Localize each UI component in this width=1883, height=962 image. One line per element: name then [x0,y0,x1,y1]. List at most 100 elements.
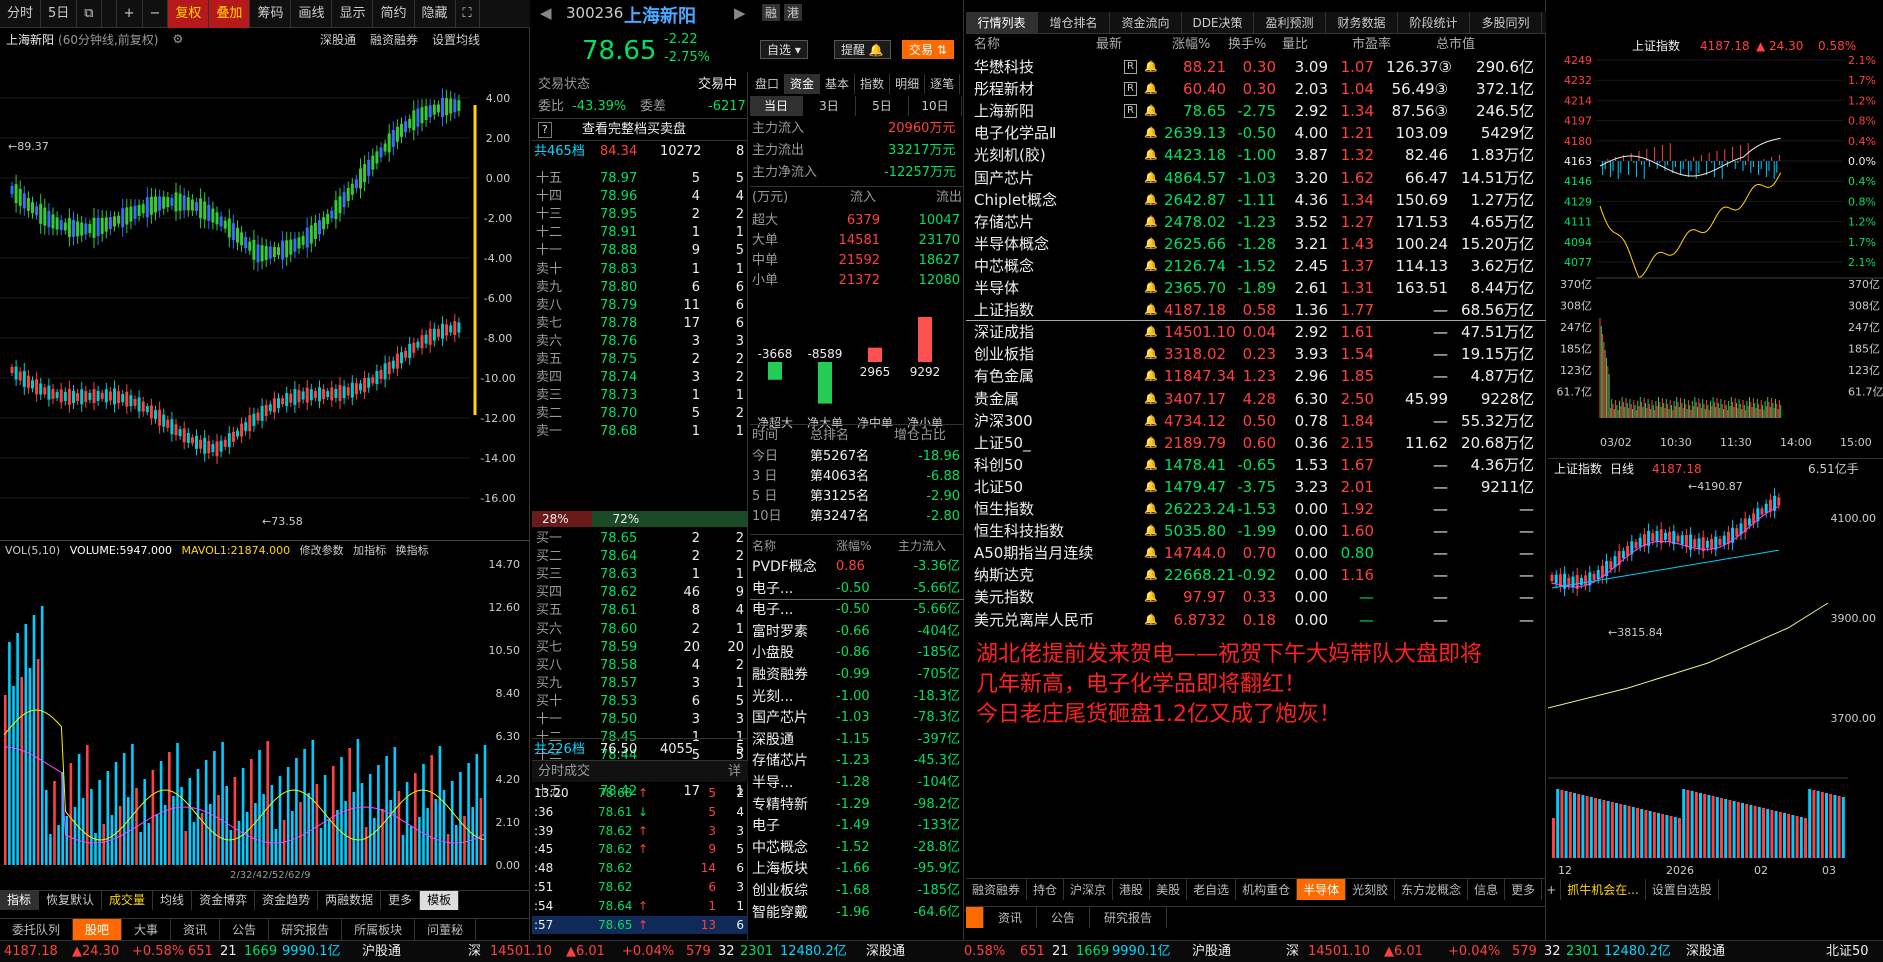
group-tab-0[interactable]: 融资融券 [966,879,1028,900]
link-ma-settings[interactable]: 设置均线 [432,31,480,48]
watchlist-row[interactable]: 上证50_ 🔔 2189.79 0.60 0.36 2.15 11.62 20.68万亿 [966,432,1546,454]
watchlist-row[interactable]: 存储芯片 🔔 2478.02 -1.23 3.52 1.27 171.53 4.65万亿 [966,211,1546,233]
prev-stock-icon[interactable]: ◀ [540,4,552,22]
bell-icon[interactable]: 🔔 [1144,211,1158,233]
indicator-tab-3[interactable]: 均线 [153,891,193,910]
toolbar-btn-9[interactable]: 画线 [291,0,333,28]
info-tab-1[interactable]: 公告 [1037,907,1091,928]
bell-icon[interactable]: 🔔 [1144,167,1158,189]
watchlist-button[interactable]: 自选 ▾ [760,40,808,59]
toolbar-btn-7[interactable]: 叠加 [209,0,251,28]
watchlist-row[interactable]: 国产芯片 🔔 4864.57 -1.03 3.20 1.62 66.47 14.51万亿 [966,167,1546,189]
buy-level[interactable]: 买七 78.59 20 20 [532,639,748,657]
trade-button[interactable]: 交易 ⇅ [902,40,954,59]
board-pct-header[interactable]: 涨幅% [836,535,871,557]
alert-button[interactable]: 提醒 🔔 [834,40,891,59]
sell-level[interactable]: 卖二 78.70 5 2 [532,405,748,423]
sgt-label-2[interactable]: 深股通 [1686,941,1725,962]
period-tab-1[interactable]: 3日 [803,96,856,116]
watchlist-row[interactable]: 沪深300 🔔 4734.12 0.50 0.78 1.84 — 55.32万亿 [966,410,1546,432]
index-daily-chart[interactable]: 4100.00 3900.00 3700.00 ←4190.87 ←3815.84 12 2… [1548,478,1883,938]
bottom-tab-3[interactable]: 资讯 [171,919,221,940]
watchlist-row[interactable]: 恒生指数 🔔 26223.24 -1.53 0.00 1.92 — — [966,498,1546,520]
period-tab-3[interactable]: 10日 [909,96,962,116]
bell-icon[interactable]: 🔔 [1144,122,1158,144]
watchlist-tab-7[interactable]: 多股同列 [1470,12,1542,33]
bottom-tab-6[interactable]: 所属板块 [342,919,416,940]
watchlist-row[interactable]: 恒生科技指数 🔔 5035.80 -1.99 0.00 1.60 — — [966,520,1546,542]
swap-indicator-link[interactable]: 换指标 [396,544,429,557]
col-header-3[interactable]: 换手% [1228,34,1266,56]
sell-level[interactable]: 卖四 78.74 3 2 [532,369,748,387]
watchlist-row[interactable]: 美元兑离岸人民币 🔔 6.8732 0.18 0.00 — — — [966,609,1546,631]
bell-icon[interactable]: 🔔 [1144,388,1158,410]
bottom-tab-2[interactable]: 大事 [122,919,172,940]
bell-icon[interactable]: 🔔 [1144,520,1158,542]
bottom-tab-7[interactable]: 问董秘 [415,919,477,940]
col-header-0[interactable]: 名称 [974,34,1000,56]
watchlist-tab-6[interactable]: 阶段统计 [1398,12,1470,33]
toolbar-btn-1[interactable]: 5日 [41,0,78,28]
indicator-tab-4[interactable]: 资金博弈 [192,891,256,910]
period-tab-0[interactable]: 当日 [750,96,803,116]
sell-level[interactable]: 卖一 78.68 1 1 [532,423,748,441]
board-row[interactable]: 深股通 -1.15 -397亿 [750,729,964,751]
bell-icon[interactable]: 🔔 [1144,365,1158,387]
buy-level[interactable]: 十一 78.50 3 3 [532,711,748,729]
watchlist-tab-1[interactable]: 增仓排名 [1038,12,1110,33]
indicator-tab-6[interactable]: 两融数据 [318,891,382,910]
period-tab-2[interactable]: 5日 [856,96,909,116]
quote-tab-3[interactable]: 指数 [855,74,891,94]
bell-icon[interactable]: 🔔 [1144,498,1158,520]
toolbar-btn-13[interactable]: ⛶ [456,0,480,28]
sell-level[interactable]: 十一 78.88 9 5 [532,242,748,260]
quote-tab-1[interactable]: 资金 [785,74,821,94]
edit-param-link[interactable]: 修改参数 [300,544,344,557]
bell-icon[interactable]: 🔔 [1144,255,1158,277]
toolbar-btn-11[interactable]: 简约 [373,0,415,28]
sell-level[interactable]: 十二 78.91 1 1 [532,224,748,242]
sell-level[interactable]: 卖六 78.76 3 3 [532,333,748,351]
watchlist-row[interactable]: 美元指数 🔔 97.97 0.33 0.00 — — — [966,586,1546,608]
kline-chart[interactable]: 4.00 2.00 0.00 -2.00 -4.00 -6.00 -8.00 -10.00 -1… [0,50,530,540]
watchlist-tab-5[interactable]: 财务数据 [1326,12,1398,33]
watchlist-row[interactable]: 深证成指 🔔 14501.10 0.04 2.92 1.61 — 47.51万亿 [966,321,1546,343]
bell-icon[interactable]: 🔔 [1144,476,1158,498]
watchlist-row[interactable]: 创业板指 🔔 3318.02 0.23 3.93 1.54 — 19.15万亿 [966,343,1546,365]
watchlist-row[interactable]: 光刻机(胶) 🔔 4423.18 -1.00 3.87 1.32 82.46 1.83万亿 [966,144,1546,166]
buy-level[interactable]: 买五 78.61 8 4 [532,602,748,620]
bell-icon[interactable]: 🔔 [1144,542,1158,564]
quote-tab-2[interactable]: 基本 [820,74,856,94]
board-row[interactable]: 上海板块 -1.66 -95.9亿 [750,858,964,880]
sell-level[interactable]: 卖八 78.79 11 6 [532,297,748,315]
indicator-tab-5[interactable]: 资金趋势 [255,891,319,910]
bottom-tab-1[interactable]: 股吧 [73,919,123,940]
group-tab-11[interactable]: 更多 [1505,879,1543,900]
index-intraday-chart[interactable]: 4249 4232 4214 4197 4180 4163 4146 4129 4111 4094… [1548,56,1883,456]
settings-icon[interactable]: ⚙ [172,32,183,46]
watchlist-row[interactable]: 纳斯达克 🔔 22668.21 -0.92 0.00 1.16 — — [966,564,1546,586]
info-tab-0[interactable]: 资讯 [984,907,1038,928]
bell-icon[interactable]: 🔔 [1144,432,1158,454]
watchlist-row[interactable]: 上海新阳 R 🔔 78.65 -2.75 2.92 1.34 87.56③ 246.5亿 [966,100,1546,122]
board-row[interactable]: 智能穿戴 -1.96 -64.6亿 [750,902,964,924]
watchlist-row[interactable]: 科创50 🔔 1478.41 -0.65 1.53 1.67 — 4.36万亿 [966,454,1546,476]
hgt-label-2[interactable]: 沪股通 [1192,941,1231,962]
next-stock-icon[interactable]: ▶ [734,4,746,22]
watchlist-row[interactable]: 上证指数 🔔 4187.18 0.58 1.36 1.77 — 68.56万亿 [966,299,1546,322]
quote-tab-0[interactable]: 盘口 [750,74,786,94]
watchlist-row[interactable]: 贵金属 🔔 3407.17 4.28 6.30 2.50 45.99 9228亿 [966,388,1546,410]
toolbar-btn-8[interactable]: 筹码 [250,0,292,28]
col-header-4[interactable]: 量比 [1282,34,1308,56]
sell-level[interactable]: 卖七 78.78 17 6 [532,315,748,333]
bell-icon[interactable]: 🔔 [1144,56,1158,78]
sell-level[interactable]: 卖九 78.80 6 6 [532,279,748,297]
bell-icon[interactable]: 🔔 [1144,144,1158,166]
watchlist-tab-0[interactable]: 行情列表 [966,12,1038,33]
bottom-tab-0[interactable]: 委托队列 [0,919,74,940]
trades-detail-button[interactable]: 详 [728,761,741,783]
sell-level[interactable]: 十五 78.97 5 5 [532,170,748,188]
quote-tab-4[interactable]: 明细 [890,74,926,94]
quote-tab-5[interactable]: 逐笔 [925,74,961,94]
col-header-2[interactable]: 涨幅% [1172,34,1210,56]
